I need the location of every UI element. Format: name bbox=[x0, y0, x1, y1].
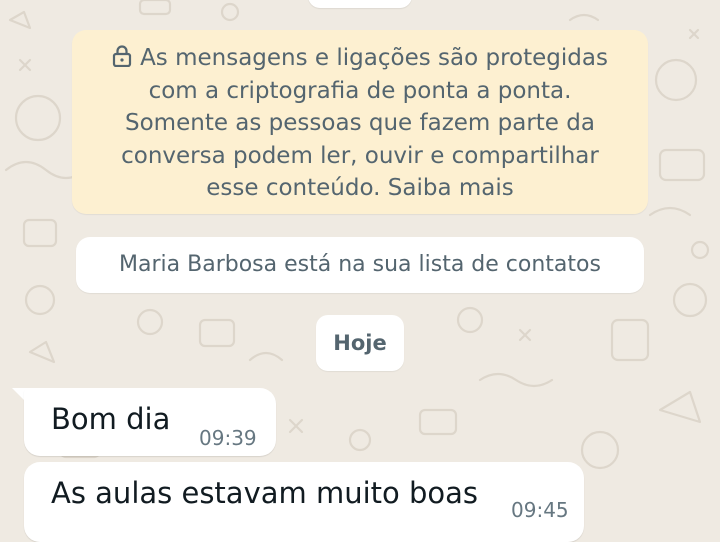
message-text: Bom dia bbox=[51, 402, 171, 436]
message-time: 09:45 bbox=[511, 498, 569, 522]
date-divider: Hoje bbox=[316, 315, 404, 371]
encryption-notice[interactable]: As mensagens e ligações são protegidas c… bbox=[72, 30, 648, 214]
encryption-line-4: conversa podem ler, ouvir e compartilhar bbox=[121, 142, 599, 169]
lock-icon bbox=[112, 45, 132, 67]
message-text: As aulas estavam muito boas bbox=[51, 476, 479, 510]
encryption-line-3: Somente as pessoas que fazem parte da bbox=[125, 110, 595, 136]
contact-notice[interactable]: Maria Barbosa está na sua lista de conta… bbox=[76, 237, 644, 293]
encryption-text-1: As mensagens e ligações são protegidas bbox=[140, 45, 608, 71]
encryption-line-5: esse conteúdo. Saiba mais bbox=[206, 175, 514, 201]
encryption-line-2: com a criptografia de ponta a ponta. bbox=[148, 77, 572, 104]
message-time: 09:39 bbox=[199, 426, 257, 450]
previous-chip bbox=[308, 0, 412, 8]
message-bubble[interactable]: Bom dia 09:39 bbox=[24, 388, 276, 456]
encryption-line-1: As mensagens e ligações são protegidas bbox=[92, 42, 628, 75]
message-bubble[interactable]: As aulas estavam muito boas 09:45 bbox=[24, 462, 584, 542]
